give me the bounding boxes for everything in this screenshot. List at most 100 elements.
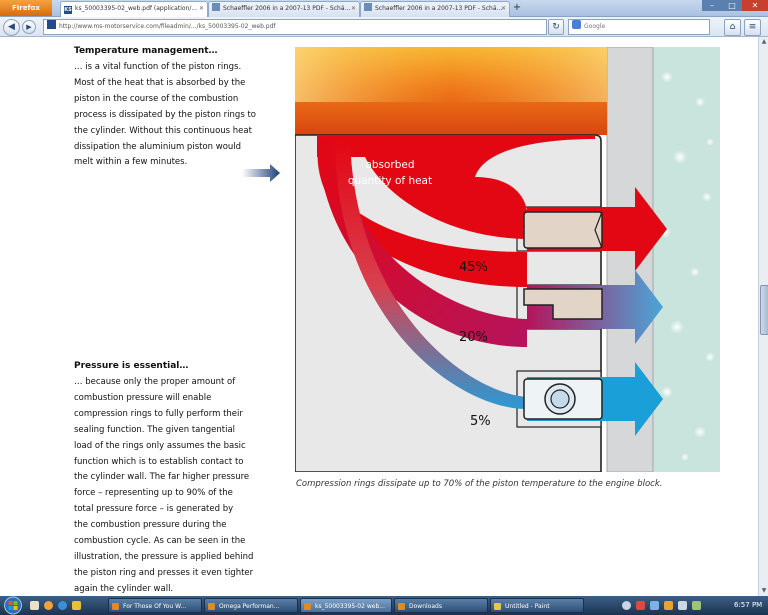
scrollbar-thumb[interactable] <box>760 285 768 335</box>
minimize-button[interactable]: – <box>702 0 722 11</box>
reload-button[interactable]: ↻ <box>548 19 564 35</box>
text-line: the piston ring and presses it even tigh… <box>74 567 254 578</box>
windows-taskbar: For Those Of You W... Omega Performan...… <box>0 596 768 615</box>
tab-close-icon[interactable]: ✕ <box>501 2 506 16</box>
text-line: sealing function. The given tangential <box>74 424 236 435</box>
firefox-icon[interactable] <box>44 601 53 610</box>
taskbar-item-omega[interactable]: Omega Performan... <box>204 598 298 613</box>
taskbar-label: Untitled - Paint <box>505 603 550 610</box>
battery-icon[interactable] <box>692 601 701 610</box>
arrow-right-icon: ▶ <box>26 23 32 31</box>
arrow-left-icon: ◀ <box>8 22 15 32</box>
taskbar-item-pdf[interactable]: ks_50003395-02 web... <box>300 598 392 613</box>
pointer-arrow-icon <box>242 164 280 182</box>
show-desktop-icon[interactable] <box>30 601 39 610</box>
menu-icon: ≡ <box>748 22 757 32</box>
tab-pdf[interactable]: KS ks_50003395-02_web.pdf (application/..… <box>60 1 208 17</box>
vertical-scrollbar[interactable]: ▲ ▼ <box>758 37 768 596</box>
maximize-button[interactable]: □ <box>722 0 742 11</box>
tab-bar: Firefox KS ks_50003395-02_web.pdf (applic… <box>0 0 768 17</box>
network-icon[interactable] <box>650 601 659 610</box>
heat-dissipation-diagram: absorbed quantity of heat 45% 20% 5% <box>295 47 720 472</box>
search-input[interactable]: Google <box>568 19 710 35</box>
text-line: Most of the heat that is absorbed by the <box>74 77 246 88</box>
forward-button[interactable]: ▶ <box>22 20 36 34</box>
google-icon <box>572 20 581 29</box>
firefox-menu-button[interactable]: Firefox <box>0 0 52 16</box>
firefox-icon <box>208 603 215 610</box>
text-line: compression rings to fully perform their <box>74 408 243 419</box>
download-icon <box>398 603 405 610</box>
reload-icon: ↻ <box>552 22 560 32</box>
text-line: the cylinder wall. The far higher pressu… <box>74 472 250 483</box>
tab-label: ks_50003395-02_web.pdf (application/... <box>75 5 198 12</box>
folder-icon[interactable] <box>72 601 81 610</box>
antivirus-icon[interactable] <box>636 601 645 610</box>
text-line: function which is to establish contact t… <box>74 456 244 467</box>
scroll-up-icon[interactable]: ▲ <box>759 37 768 47</box>
taskbar-item-downloads[interactable]: Downloads <box>394 598 488 613</box>
absorbed-heat-label-2: quantity of heat <box>348 175 432 187</box>
percentage-ring2: 20% <box>459 330 488 345</box>
system-tray: 6:57 PM <box>616 596 768 615</box>
section-body-temperature: … is a vital function of the piston ring… <box>74 60 284 171</box>
text-line: combustion cycle. As can be seen in the <box>74 536 246 547</box>
clock[interactable]: 6:57 PM <box>734 596 762 615</box>
text-line: piston in the course of the combustion <box>74 93 239 104</box>
taskbar-label: Downloads <box>409 603 442 610</box>
piston-ring-1 <box>523 211 603 249</box>
scroll-down-icon[interactable]: ▼ <box>759 586 768 596</box>
taskbar-item-paint[interactable]: Untitled - Paint <box>490 598 584 613</box>
tab-close-icon[interactable]: ✕ <box>351 2 356 16</box>
navigation-toolbar: ◀ ▶ http://www.ms-motorservice.com/filea… <box>0 17 768 37</box>
coolant-jacket <box>653 47 720 472</box>
text-line: process is dissipated by the piston ring… <box>74 109 256 120</box>
back-button[interactable]: ◀ <box>3 19 20 36</box>
new-tab-button[interactable]: + <box>510 1 524 15</box>
ie-icon[interactable] <box>58 601 67 610</box>
firefox-icon <box>304 603 311 610</box>
close-window-button[interactable]: ✕ <box>742 0 768 11</box>
taskbar-label: Omega Performan... <box>219 603 280 610</box>
paint-icon <box>494 603 501 610</box>
text-line: … because only the proper amount of <box>74 377 236 387</box>
page-favicon-icon <box>364 3 372 11</box>
tab-schaeffler-2[interactable]: Schaeffler 2006 in a 2007-13 PDF - Schä.… <box>360 1 510 17</box>
text-line: force – representing up to 90% of the <box>74 488 233 499</box>
text-line: dissipation the aluminium piston would <box>74 141 242 152</box>
figure-caption: Compression rings dissipate up to 70% of… <box>296 479 663 489</box>
text-line: again the cylinder wall. <box>74 583 174 594</box>
text-line: the cylinder. Without this continuous he… <box>74 125 252 136</box>
taskbar-item-forum[interactable]: For Those Of You W... <box>108 598 202 613</box>
pdf-viewer-page: Temperature management… … is a vital fun… <box>0 37 758 596</box>
menu-button[interactable]: ≡ <box>744 19 761 36</box>
site-favicon-icon <box>47 20 56 29</box>
section-title-pressure: Pressure is essential… <box>74 361 189 371</box>
tab-schaeffler-1[interactable]: Schaeffler 2006 in a 2007-13 PDF - Schä.… <box>208 1 360 17</box>
quick-launch <box>30 599 100 612</box>
text-line: illustration, the pressure is applied be… <box>74 551 254 562</box>
text-line: total pressure force – is generated by <box>74 504 234 515</box>
tray-icon[interactable] <box>622 601 631 610</box>
url-text: http://www.ms-motorservice.com/fileadmin… <box>59 23 276 30</box>
tab-label: Schaeffler 2006 in a 2007-13 PDF - Schä.… <box>375 5 503 12</box>
section-title-temperature: Temperature management… <box>74 46 218 56</box>
home-icon: ⌂ <box>729 22 736 32</box>
firefox-icon <box>112 603 119 610</box>
text-line: the combustion pressure during the <box>74 520 227 531</box>
tab-close-icon[interactable]: ✕ <box>199 2 204 16</box>
section-body-pressure: … because only the proper amount of comb… <box>74 375 284 596</box>
taskbar-label: ks_50003395-02 web... <box>315 603 385 610</box>
taskbar-label: For Those Of You W... <box>123 603 187 610</box>
windows-start-icon[interactable] <box>2 596 24 615</box>
home-button[interactable]: ⌂ <box>724 19 741 36</box>
page-favicon-icon <box>212 3 220 11</box>
search-placeholder: Google <box>584 23 606 30</box>
percentage-ring3: 5% <box>470 414 491 429</box>
address-bar[interactable]: http://www.ms-motorservice.com/fileadmin… <box>43 19 547 35</box>
volume-icon[interactable] <box>678 601 687 610</box>
tab-label: Schaeffler 2006 in a 2007-13 PDF - Schä.… <box>223 5 351 12</box>
updates-icon[interactable] <box>664 601 673 610</box>
ks-favicon-icon: KS <box>64 6 72 14</box>
text-line: load of the rings only assumes the basic <box>74 440 246 451</box>
